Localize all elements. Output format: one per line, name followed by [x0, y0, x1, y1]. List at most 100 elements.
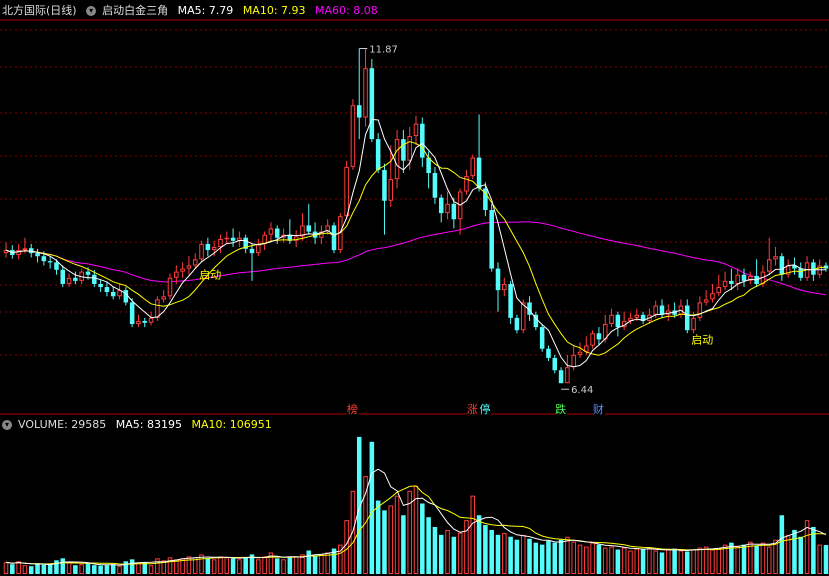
volume-bar: [438, 534, 444, 574]
candle-body: [716, 287, 722, 294]
volume-bar: [691, 549, 696, 574]
dropdown-arrow-icon[interactable]: ▾: [2, 420, 12, 430]
volume-bar: [470, 495, 476, 575]
candle-body: [766, 259, 772, 272]
volume-bar: [205, 558, 211, 574]
candle-body: [344, 166, 349, 217]
volume-bar: [558, 539, 564, 574]
min-price-label: 6.44: [571, 385, 593, 396]
candle-body: [729, 280, 734, 284]
candle-body: [659, 305, 665, 315]
volume-bar: [527, 538, 532, 574]
candle-body: [508, 283, 513, 318]
candle-body: [161, 296, 166, 300]
volume-bar: [729, 542, 734, 574]
candle-body: [489, 210, 494, 269]
candle-body: [779, 256, 785, 275]
candle-body: [382, 169, 387, 201]
candle-body: [274, 228, 280, 238]
signal-label: 启动: [691, 333, 713, 346]
volume-bar: [817, 544, 822, 574]
volume-bar: [35, 563, 40, 574]
candle-body: [577, 351, 583, 355]
event-tag: 跌: [555, 402, 566, 416]
candle-body: [92, 274, 97, 284]
candle-body: [558, 370, 564, 384]
volume-bar: [401, 515, 406, 574]
volume-bar: [394, 495, 400, 575]
volume-bar: [3, 562, 9, 575]
candle-body: [432, 173, 438, 198]
candle-body: [615, 314, 621, 328]
volume-bar: [596, 544, 602, 574]
volume-bar: [388, 505, 394, 574]
volume-bar: [123, 561, 129, 574]
candle-body: [710, 293, 715, 300]
candle-body: [565, 367, 570, 384]
candle-body: [451, 203, 457, 220]
volume-bar: [571, 541, 576, 574]
candle-body: [66, 277, 72, 284]
ma60-polyline: [5, 221, 827, 296]
candle-body: [205, 243, 211, 251]
volume-bar: [451, 536, 457, 574]
volume-bar: [344, 520, 349, 575]
candle-body: [142, 320, 148, 323]
candle-body: [331, 225, 337, 251]
candle-body: [470, 157, 476, 177]
signal-label: 启动: [199, 269, 221, 282]
volume-bar: [300, 554, 305, 575]
candle-body: [224, 237, 230, 240]
price-header: 北方国际(日线) ▾ 启动白金三角 MA5: 7.79 MA10: 7.93 MA…: [2, 4, 384, 18]
volume-title[interactable]: VOLUME: 29585: [18, 418, 106, 431]
candle-body: [514, 317, 520, 331]
volume-bar: [615, 549, 621, 574]
volume-bar: [16, 561, 21, 575]
candle-body: [691, 317, 696, 331]
volume-bar: [684, 551, 690, 574]
indicator-name[interactable]: 启动白金三角: [102, 4, 168, 17]
candle-body: [609, 314, 614, 325]
volume-bar: [520, 534, 526, 574]
volume-bar: [779, 515, 785, 574]
candle-body: [773, 256, 778, 260]
volume-bar: [621, 547, 627, 574]
volume-bar: [647, 547, 652, 574]
volume-bar: [155, 558, 160, 575]
candle-body: [375, 139, 381, 170]
volume-bar: [256, 559, 261, 575]
volume-bar: [47, 563, 53, 574]
volume-bar: [382, 510, 387, 574]
volume-bar: [703, 546, 709, 574]
volume-bar: [186, 556, 192, 575]
volume-bar: [716, 548, 722, 574]
volume-bar: [262, 556, 267, 575]
candle-body: [211, 246, 217, 251]
candle-body: [85, 271, 91, 275]
volume-bar: [92, 565, 97, 574]
volume-bar: [375, 500, 381, 574]
ma60-label: MA60: 8.08: [315, 4, 378, 17]
candle-body: [256, 243, 261, 254]
max-price-label: 11.87: [369, 45, 398, 56]
candle-body: [401, 139, 406, 161]
volume-bar: [539, 544, 545, 574]
volume-bar: [287, 557, 293, 574]
candle-body: [539, 327, 545, 349]
volume-bar: [602, 547, 608, 574]
volume-bar: [508, 536, 513, 574]
volume-bar: [672, 548, 677, 574]
candle-body: [110, 291, 116, 297]
dropdown-arrow-icon[interactable]: ▾: [86, 6, 97, 16]
candle-body: [596, 333, 602, 340]
volume-bar: [495, 534, 501, 574]
candle-body: [552, 357, 558, 371]
event-tag: 停: [479, 402, 490, 416]
volume-bar: [211, 559, 217, 575]
volume-bar: [722, 544, 728, 574]
volume-bar: [798, 536, 804, 574]
volume-bar: [325, 552, 330, 575]
volume-bar: [766, 546, 772, 574]
volume-header: ▾ VOLUME: 29585 MA5: 83195 MA10: 106951: [2, 418, 278, 432]
volume-bar: [741, 544, 747, 574]
